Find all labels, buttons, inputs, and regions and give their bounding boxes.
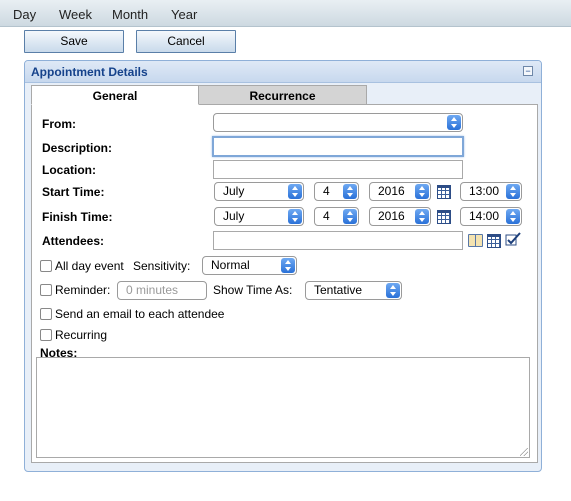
chevron-updown-icon: [415, 184, 429, 199]
address-book-icon[interactable]: [468, 234, 483, 247]
tab-recurrence[interactable]: Recurrence: [198, 85, 367, 105]
start-time-select[interactable]: 13:00: [460, 182, 522, 201]
chevron-updown-icon: [386, 283, 400, 298]
description-input[interactable]: [212, 136, 464, 157]
location-input[interactable]: [213, 160, 463, 179]
recurring-label: Recurring: [55, 328, 108, 342]
location-label: Location:: [42, 163, 96, 177]
attendees-input[interactable]: [213, 231, 463, 250]
finish-month-select[interactable]: July: [214, 207, 304, 226]
check-icon[interactable]: [505, 232, 521, 246]
from-label: From:: [42, 117, 76, 131]
chevron-updown-icon: [288, 184, 302, 199]
tab-month[interactable]: Month: [112, 7, 148, 22]
finish-year-select[interactable]: 2016: [369, 207, 431, 226]
all-day-label: All day event: [55, 259, 124, 273]
calendar-icon[interactable]: [487, 234, 501, 248]
tab-year[interactable]: Year: [171, 7, 197, 22]
send-email-label: Send an email to each attendee: [55, 307, 225, 321]
start-time-label: Start Time:: [42, 185, 105, 199]
description-label: Description:: [42, 141, 113, 155]
collapse-icon[interactable]: −: [523, 66, 533, 76]
attendees-label: Attendees:: [42, 234, 105, 248]
chevron-updown-icon: [281, 258, 295, 273]
send-email-checkbox[interactable]: [40, 308, 52, 320]
panel-header: Appointment Details −: [25, 61, 541, 83]
calendar-icon[interactable]: [437, 185, 451, 199]
start-year-select[interactable]: 2016: [369, 182, 431, 201]
show-time-as-select[interactable]: Tentative: [305, 281, 402, 300]
all-day-checkbox[interactable]: [40, 260, 52, 272]
from-select[interactable]: [213, 113, 463, 132]
start-day-select[interactable]: 4: [314, 182, 359, 201]
resize-grip-icon[interactable]: [520, 448, 528, 456]
reminder-checkbox[interactable]: [40, 284, 52, 296]
sensitivity-label: Sensitivity:: [133, 259, 191, 273]
view-tabs-bar: Day Week Month Year: [0, 0, 571, 27]
panel-title: Appointment Details: [31, 65, 148, 79]
start-month-select[interactable]: July: [214, 182, 304, 201]
calendar-icon[interactable]: [437, 210, 451, 224]
sensitivity-select[interactable]: Normal: [202, 256, 297, 275]
tab-week[interactable]: Week: [59, 7, 92, 22]
chevron-updown-icon: [447, 115, 461, 130]
save-button[interactable]: Save: [24, 30, 124, 53]
show-time-as-label: Show Time As:: [213, 283, 293, 297]
tab-day[interactable]: Day: [13, 7, 36, 22]
tab-general[interactable]: General: [31, 85, 199, 105]
chevron-updown-icon: [415, 209, 429, 224]
chevron-updown-icon: [343, 209, 357, 224]
notes-textarea[interactable]: [36, 357, 530, 458]
recurring-checkbox[interactable]: [40, 329, 52, 341]
chevron-updown-icon: [506, 209, 520, 224]
cancel-button[interactable]: Cancel: [136, 30, 236, 53]
chevron-updown-icon: [343, 184, 357, 199]
finish-day-select[interactable]: 4: [314, 207, 359, 226]
chevron-updown-icon: [506, 184, 520, 199]
chevron-updown-icon: [288, 209, 302, 224]
reminder-select[interactable]: 0 minutes: [117, 281, 207, 300]
finish-time-label: Finish Time:: [42, 210, 113, 224]
finish-time-select[interactable]: 14:00: [460, 207, 522, 226]
reminder-label: Reminder:: [55, 283, 111, 297]
